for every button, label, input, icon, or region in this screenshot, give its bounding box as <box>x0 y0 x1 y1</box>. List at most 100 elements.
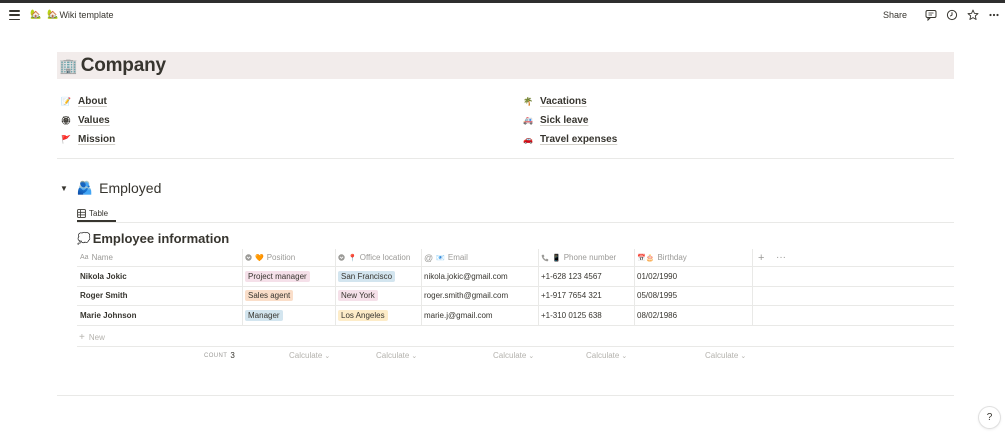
position-cell[interactable]: Manager <box>242 306 335 325</box>
phone-icon <box>541 254 549 262</box>
name-cell[interactable]: Roger Smith <box>77 287 242 306</box>
calculate-email[interactable]: Calculate ⌄ <box>493 351 534 360</box>
right-link-column: 🌴 Vacations 🚑 Sick leave 🚗 Travel expens… <box>522 92 617 149</box>
phone-cell[interactable]: +1-310 0125 638 <box>538 306 634 325</box>
count-value: 3 <box>230 351 235 360</box>
count-calculation[interactable]: COUNT 3 <box>204 351 235 360</box>
name-cell[interactable]: Nikola Jokic <box>77 267 242 286</box>
office-tag: New York <box>338 290 378 302</box>
name-cell[interactable]: Marie Johnson <box>77 306 242 325</box>
column-header-birthday[interactable]: 📅🎂 Birthday <box>634 249 752 266</box>
share-button[interactable]: Share <box>883 10 907 20</box>
phone-cell[interactable]: +1-628 123 4567 <box>538 267 634 286</box>
tabs-divider <box>77 222 954 223</box>
favorite-star-icon[interactable] <box>966 8 980 22</box>
toggle-caret-icon[interactable]: ▼ <box>60 184 68 193</box>
palm-tree-icon: 🌴 <box>523 97 533 106</box>
memo-icon: 📝 <box>61 97 71 106</box>
office-cell[interactable]: Los Angeles <box>335 306 421 325</box>
orange-heart-icon: 🧡 <box>255 254 264 262</box>
column-header-label: Office location <box>359 253 411 262</box>
add-property-icon[interactable]: + <box>755 249 775 266</box>
breadcrumb[interactable]: 🏡 🏡 Wiki template <box>30 9 113 20</box>
birthday-cell[interactable]: 08/02/1986 <box>634 306 752 325</box>
page-title: Company <box>80 54 166 76</box>
employee-table: Aa Name 🧡 Position 📍 Office location @ 📧… <box>77 249 954 326</box>
select-property-icon <box>338 254 345 261</box>
position-cell[interactable]: Project manager <box>242 267 335 286</box>
column-header-office[interactable]: 📍 Office location <box>335 249 421 266</box>
link-travel-expenses[interactable]: 🚗 Travel expenses <box>522 130 617 149</box>
comments-icon[interactable] <box>924 8 938 22</box>
link-sick-leave[interactable]: 🚑 Sick leave <box>522 111 617 130</box>
chevron-down-icon: ⌄ <box>528 352 535 360</box>
calculate-birthday[interactable]: Calculate ⌄ <box>705 351 746 360</box>
phone-cell[interactable]: +1-917 7654 321 <box>538 287 634 306</box>
divider <box>57 395 954 396</box>
top-bar: 🏡 🏡 Wiki template Share <box>0 3 1005 30</box>
link-about[interactable]: 📝 About <box>60 92 115 111</box>
chevron-down-icon: ⌄ <box>740 352 747 360</box>
position-tag: Project manager <box>245 270 310 282</box>
breadcrumb-page-title: Wiki template <box>59 9 114 20</box>
new-row-label: New <box>88 333 105 342</box>
link-label: About <box>78 96 107 107</box>
flag-icon: 🚩 <box>61 135 71 144</box>
position-cell[interactable]: Sales agent <box>242 287 335 306</box>
position-tag: Sales agent <box>245 290 294 302</box>
birthday-cell[interactable]: 05/08/1995 <box>634 287 752 306</box>
calculate-office[interactable]: Calculate ⌄ <box>376 351 417 360</box>
table-row[interactable]: Marie Johnson Manager Los Angeles marie.… <box>77 306 954 326</box>
link-label: Sick leave <box>540 115 589 126</box>
database-title[interactable]: 💭 Employee information <box>77 231 229 246</box>
link-vacations[interactable]: 🌴 Vacations <box>522 92 617 111</box>
calculate-position[interactable]: Calculate ⌄ <box>289 351 330 360</box>
new-row-button[interactable]: + New <box>79 332 105 343</box>
database-title-text: Employee information <box>92 231 230 246</box>
link-values[interactable]: 🏵 Values <box>60 111 115 130</box>
link-label: Mission <box>78 134 116 145</box>
column-header-email[interactable]: @ 📧 Email <box>421 249 538 266</box>
table-bottom-divider <box>77 346 954 347</box>
page-header-banner: 🏢 Company <box>57 52 954 79</box>
tab-label: Table <box>89 209 109 218</box>
calculate-label: Calculate <box>289 351 323 360</box>
chevron-down-icon: ⌄ <box>621 352 628 360</box>
breadcrumb-workspace-icon: 🏡 <box>30 9 42 19</box>
ambulance-icon: 🚑 <box>523 116 533 125</box>
column-divider <box>752 286 753 305</box>
table-row[interactable]: Roger Smith Sales agent New York roger.s… <box>77 286 954 306</box>
birthday-cell[interactable]: 01/02/1990 <box>634 267 752 286</box>
calculate-label: Calculate <box>705 351 739 360</box>
column-header-label: Email <box>447 253 468 262</box>
left-link-column: 📝 About 🏵 Values 🚩 Mission <box>60 92 115 149</box>
company-building-icon: 🏢 <box>59 57 78 75</box>
column-header-phone[interactable]: 📱 Phone number <box>538 249 634 266</box>
office-cell[interactable]: New York <box>335 287 421 306</box>
calculate-label: Calculate <box>586 351 620 360</box>
table-header-row: Aa Name 🧡 Position 📍 Office location @ 📧… <box>77 249 954 267</box>
count-label: COUNT <box>204 352 228 359</box>
office-cell[interactable]: San Francisco <box>335 267 421 286</box>
help-button[interactable]: ? <box>979 407 1000 428</box>
office-tag: Los Angeles <box>338 309 388 321</box>
link-mission[interactable]: 🚩 Mission <box>60 130 115 149</box>
email-cell[interactable]: marie.j@gmail.com <box>421 306 538 325</box>
calculate-phone[interactable]: Calculate ⌄ <box>586 351 627 360</box>
column-header-position[interactable]: 🧡 Position <box>242 249 335 266</box>
people-hugging-icon: 🫂 <box>76 180 94 195</box>
section-title: Employed <box>99 180 162 196</box>
text-property-icon: Aa <box>80 254 89 261</box>
table-row[interactable]: Nikola Jokic Project manager San Francis… <box>77 267 954 287</box>
car-icon: 🚗 <box>523 135 533 144</box>
more-options-icon[interactable] <box>987 8 1001 22</box>
more-properties-icon[interactable]: ··· <box>773 249 793 266</box>
sidebar-menu-icon[interactable] <box>9 10 20 20</box>
history-clock-icon[interactable] <box>945 8 959 22</box>
column-header-label: Phone number <box>563 253 617 262</box>
email-cell[interactable]: nikola.jokic@gmail.com <box>421 267 538 286</box>
calendar-cake-icon: 📅🎂 <box>637 254 655 262</box>
email-cell[interactable]: roger.smith@gmail.com <box>421 287 538 306</box>
column-header-name[interactable]: Aa Name <box>77 249 242 266</box>
tab-table-view[interactable]: Table <box>77 209 108 218</box>
